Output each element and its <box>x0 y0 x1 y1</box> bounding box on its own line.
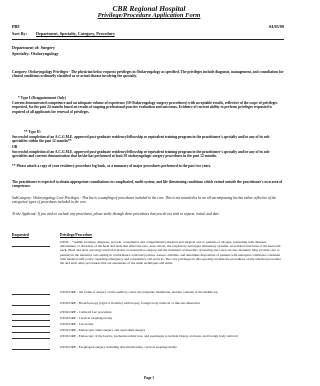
subcategory-paragraph: SubCategory: Otolaryngology Core Privile… <box>12 196 277 205</box>
category-paragraph: Category: Otolaryngology Privileges - Th… <box>12 70 284 79</box>
procedure-row: OTOCORE - Bronchoscopy (rigid or flexibl… <box>60 301 200 305</box>
request-checkbox[interactable] <box>12 349 50 350</box>
request-checkbox[interactable] <box>12 326 50 327</box>
sort-value: Department, Specialty, Category, Procedu… <box>36 31 115 36</box>
procedure-row: OTOCORE - All forms of surgery on the au… <box>60 290 218 294</box>
procedure-row: OTOCORE - Esophageal surgery including d… <box>60 345 177 349</box>
procedure-row: OTOCORE - Cricotomy <box>60 322 94 326</box>
procedure-row: OTOCORE - Caldwell Luc procedure <box>60 310 112 314</box>
type2-or: OR <box>12 145 18 149</box>
procedure-row: OTOC - *Admit, evaluate, diagnose, provi… <box>60 240 281 266</box>
type2-paragraph-2: Successful completion of an A.C.G.M.E. a… <box>12 150 271 159</box>
request-checkbox[interactable] <box>12 294 50 295</box>
form-title: Privilege/Procedure Application Form <box>97 12 201 19</box>
request-checkbox[interactable] <box>12 338 50 339</box>
procedure-row: OTOCORE - Endoscopic sinus surgery and o… <box>60 328 146 332</box>
type2-paragraph-3: ** Please attach a copy of your residenc… <box>12 164 212 168</box>
department: Department of: Surgery <box>12 45 56 50</box>
document-page: CBR Regional Hospital Privilege/Procedur… <box>0 0 298 386</box>
request-checkbox[interactable] <box>12 320 50 321</box>
page-number: Page 1 <box>143 376 155 380</box>
applicant-instructions: To the Applicant: If you wish to exclude… <box>12 212 220 216</box>
type1-heading: * Type I (Reappointment Only) <box>18 96 66 100</box>
request-checkbox[interactable] <box>12 305 50 306</box>
form-date: 04/03/09 <box>269 24 284 29</box>
type2-heading: ** Type II: <box>24 130 41 134</box>
form-code: PB9 <box>12 24 20 29</box>
request-checkbox[interactable] <box>12 314 50 315</box>
requested-column-header: Requested <box>12 233 29 237</box>
procedure-row: OTOCORE - Endoscopy of the larynx, trach… <box>60 334 238 338</box>
responsibility-paragraph: The practitioner is expected to obtain a… <box>12 180 283 189</box>
type1-paragraph: Current demonstrated competence and an a… <box>12 101 278 114</box>
sort-label: Sort By: <box>12 31 28 36</box>
request-checkbox[interactable] <box>12 246 50 247</box>
type2-paragraph-1: Successful completion of an A.C.G.M.E. a… <box>12 135 271 144</box>
header-rule <box>12 39 284 40</box>
specialty: Specialty: Otolaryngology <box>12 51 59 56</box>
request-checkbox[interactable] <box>12 332 50 333</box>
procedure-row: OTOCORE - Cervical esophagectomy <box>60 316 113 320</box>
procedure-column-header: Privilege/Procedure <box>60 233 93 237</box>
